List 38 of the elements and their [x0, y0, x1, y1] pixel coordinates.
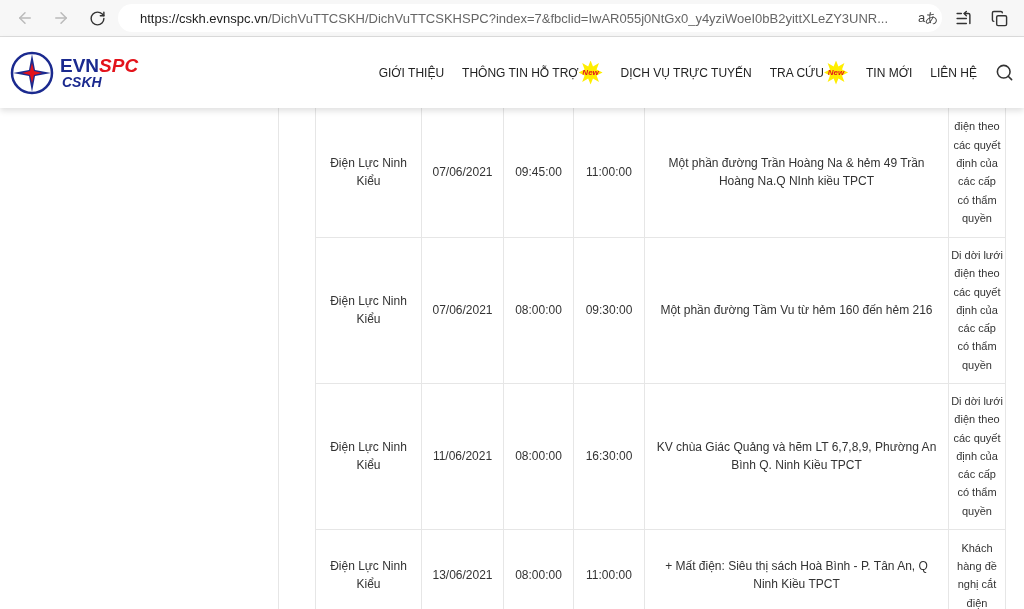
- unit-cell: Điện Lực Ninh Kiểu: [315, 108, 422, 237]
- nav-link[interactable]: THÔNG TIN HỖ TRỢ New: [462, 60, 603, 85]
- collections-icon: [990, 9, 1008, 27]
- unit-cell: Điện Lực Ninh Kiểu: [315, 383, 422, 529]
- new-badge: New: [578, 60, 603, 85]
- refresh-icon: [88, 9, 106, 27]
- end-time-cell: 09:30:00: [573, 237, 645, 383]
- reason-cell: Di dời lưới điện theo các quyết định của các cấp có thẩm quyền: [948, 237, 1006, 383]
- favorites-list-icon: [954, 9, 972, 27]
- end-time-cell: 11:00:00: [573, 108, 645, 237]
- reason-cell: điện theo các quyết định của các cấp có thẩm quyền: [948, 108, 1006, 237]
- new-badge: New: [824, 60, 848, 85]
- nav-link[interactable]: DỊCH VỤ TRỰC TUYẾN: [620, 65, 752, 80]
- area-cell: Một phần đường Tầm Vu từ hẻm 160 đến hẻm 216: [644, 237, 949, 383]
- nav-link[interactable]: GIỚI THIỆU: [378, 65, 445, 80]
- logo-icon: [10, 50, 54, 95]
- unit-cell: Điện Lực Ninh Kiểu: [315, 529, 422, 609]
- nav-link[interactable]: TIN MỚI: [866, 65, 913, 80]
- read-aloud-button[interactable]: aあ: [918, 9, 939, 27]
- start-time-cell: 08:00:00: [503, 237, 574, 383]
- date-cell: 07/06/2021: [421, 237, 504, 383]
- date-cell: 11/06/2021: [421, 383, 504, 529]
- address-bar[interactable]: https://cskh.evnspc.vn/DichVuTTCSKH/DichVuTTCSKHSPC?index=7&fbclid=IwAR055j0NtGx0_y4yziWoeI0bB2yittXLeZY3UNR... aあ: [118, 4, 942, 32]
- logo-subtitle: CSKH: [62, 75, 103, 89]
- unit-cell: Điện Lực Ninh Kiểu: [315, 237, 422, 383]
- reason-cell: Di dời lưới điện theo các quyết định của các cấp có thẩm quyền: [948, 383, 1006, 529]
- nav-link[interactable]: LIÊN HỆ: [930, 65, 977, 80]
- start-time-cell: 08:00:00: [503, 383, 574, 529]
- date-cell: 07/06/2021: [421, 108, 504, 237]
- search-icon[interactable]: [995, 63, 1014, 82]
- logo-text: EVNSPC: [60, 56, 139, 75]
- forward-arrow-icon: [52, 9, 70, 27]
- url-text: https://cskh.evnspc.vn/DichVuTTCSKH/DichVuTTCSKHSPC?index=7&fbclid=IwAR055j0NtGx0_y4yziWoeI0bB2yittXLeZY3UNR...: [140, 10, 889, 26]
- end-time-cell: 16:30:00: [573, 383, 645, 529]
- start-time-cell: 09:45:00: [503, 108, 574, 237]
- nav-link[interactable]: TRA CỨU New: [769, 60, 848, 85]
- area-cell: Một phần đường Trần Hoàng Na & hẻm 49 Trần Hoàng Na.Q NInh kiều TPCT: [644, 108, 949, 237]
- area-cell: KV chùa Giác Quảng và hẽm LT 6,7,8,9, Phường An Bình Q. Ninh Kiều TPCT: [644, 383, 949, 529]
